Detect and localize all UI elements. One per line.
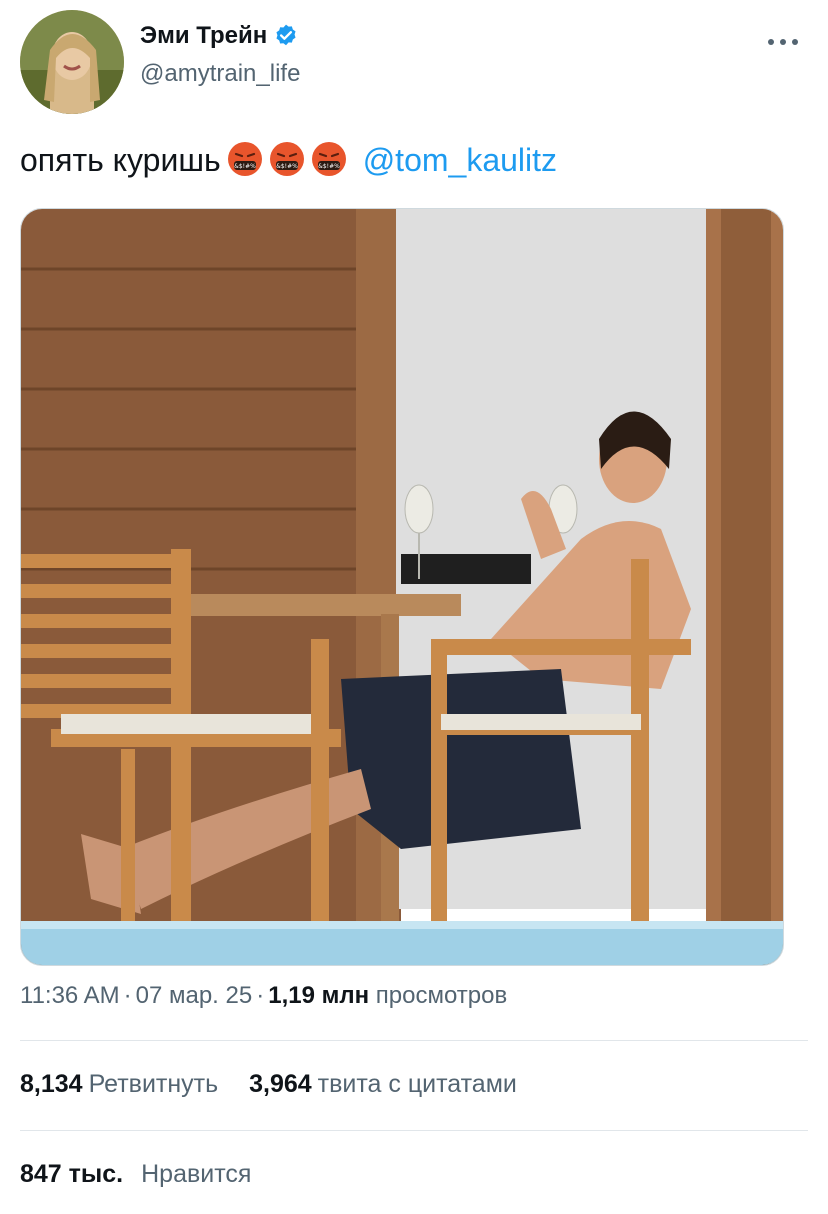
svg-text:&$!#%: &$!#% [234,163,256,170]
likes-stat[interactable]: 847 тыс. Нравится [20,1160,251,1189]
tweet-header: Эми Трейн @amytrain_life [20,10,808,120]
retweets-stat[interactable]: 8,134 Ретвитнуть [20,1070,218,1099]
views-label: просмотров [375,982,508,1009]
user-handle[interactable]: @amytrain_life [140,60,300,88]
views-count: 1,19 млн [268,982,370,1009]
likes-stats-row: 847 тыс. Нравится [20,1160,275,1189]
display-name[interactable]: Эми Трейн [140,22,267,50]
tweet-media-photo[interactable] [20,208,784,966]
mention-link[interactable]: @tom_kaulitz [363,142,557,178]
ellipsis-icon[interactable] [768,32,798,52]
face-with-symbols-on-mouth-icon: &$!#% [227,142,262,176]
separator-dot: · [123,982,132,1009]
face-with-symbols-on-mouth-icon: &$!#% [269,142,304,176]
retweets-label: Ретвитнуть [88,1070,219,1098]
tweet-text: опять куришь &$!#% &$!#% &$!#% @tom_kaul… [20,138,557,182]
tweet-meta: 11:36 AM · 07 мар. 25 · 1,19 млн просмотров [20,982,507,1010]
svg-text:&$!#%: &$!#% [318,163,340,170]
avatar-image [20,10,124,114]
likes-label: Нравится [141,1160,252,1188]
retweets-count: 8,134 [20,1070,83,1098]
photo-image [21,209,783,965]
tweet-time[interactable]: 11:36 AM [20,982,120,1009]
verified-badge-icon [276,24,296,46]
avatar[interactable] [20,10,124,114]
quotes-count: 3,964 [249,1070,312,1098]
divider [20,1130,808,1131]
face-with-symbols-on-mouth-icon: &$!#% [311,142,346,176]
likes-count: 847 тыс. [20,1160,124,1188]
tweet-date[interactable]: 07 мар. 25 [136,982,253,1009]
tweet-body: опять куришь [20,142,221,178]
engagement-stats-row: 8,134 Ретвитнуть 3,964 твита с цитатами [20,1070,541,1099]
quotes-stat[interactable]: 3,964 твита с цитатами [249,1070,517,1099]
separator-dot: · [256,982,265,1009]
svg-text:&$!#%: &$!#% [276,163,298,170]
divider [20,1040,808,1041]
quotes-label: твита с цитатами [317,1070,517,1098]
